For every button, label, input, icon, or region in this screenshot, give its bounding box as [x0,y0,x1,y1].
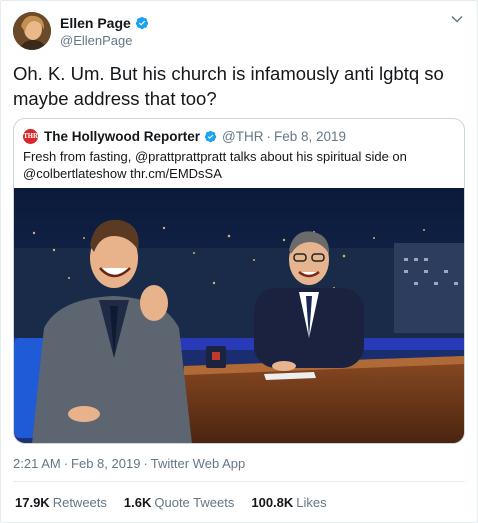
quoted-handle[interactable]: @THR [222,129,263,144]
author-avatar[interactable] [13,12,51,50]
retweets-stat[interactable]: 17.9K Retweets [15,495,107,510]
late-show-photo-icon[interactable] [14,188,464,444]
tweet-meta: 2:21 AM · Feb 8, 2019 · Twitter Web App [13,456,245,471]
thr-logo-text: THR [23,132,38,140]
meta-separator: · [63,456,69,471]
quoted-separator: · [266,128,271,144]
quote-tweets-label: Quote Tweets [154,495,235,510]
author-names: Ellen Page @EllenPage [60,14,149,49]
quoted-date[interactable]: Feb 8, 2019 [274,129,346,144]
quoted-tweet[interactable]: THR The Hollywood Reporter @THR · Feb 8,… [13,118,465,444]
tweet-time[interactable]: 2:21 AM [13,456,61,471]
quoted-display-name[interactable]: The Hollywood Reporter [44,129,200,144]
divider [13,481,465,482]
quote-tweets-count: 1.6K [123,495,152,510]
quoted-tweet-header: THR The Hollywood Reporter @THR · Feb 8,… [23,127,346,145]
meta-separator: · [143,456,148,471]
tweet-text: Oh. K. Um. But his church is infamously … [13,63,444,109]
likes-count: 100.8K [251,495,294,510]
tweet-source[interactable]: Twitter Web App [151,456,245,471]
tweet-date[interactable]: Feb 8, 2019 [71,456,140,471]
author-handle[interactable]: @EllenPage [60,32,149,49]
chevron-down-icon[interactable] [449,11,465,27]
retweets-count: 17.9K [15,495,50,510]
thr-logo-icon: THR [23,128,38,144]
quote-tweets-stat[interactable]: 1.6K Quote Tweets [124,495,234,510]
tweet-header: Ellen Page @EllenPage [13,9,465,53]
verified-badge-icon [135,16,148,29]
likes-stat[interactable]: 100.8K Likes [251,495,326,510]
tweet-card: Ellen Page @EllenPage Oh. K. Um. But his… [0,0,478,523]
author-name-row: Ellen Page [60,14,149,32]
tweet-stats: 17.9K Retweets 1.6K Quote Tweets 100.8K Lik… [15,495,344,510]
likes-label: Likes [296,495,327,510]
author-display-name[interactable]: Ellen Page [60,14,131,32]
profile-photo-icon [13,12,51,50]
verified-badge-icon [204,130,217,142]
retweets-label: Retweets [52,495,107,510]
quoted-tweet-text: Fresh from fasting, @prattprattpratt tal… [23,149,407,181]
